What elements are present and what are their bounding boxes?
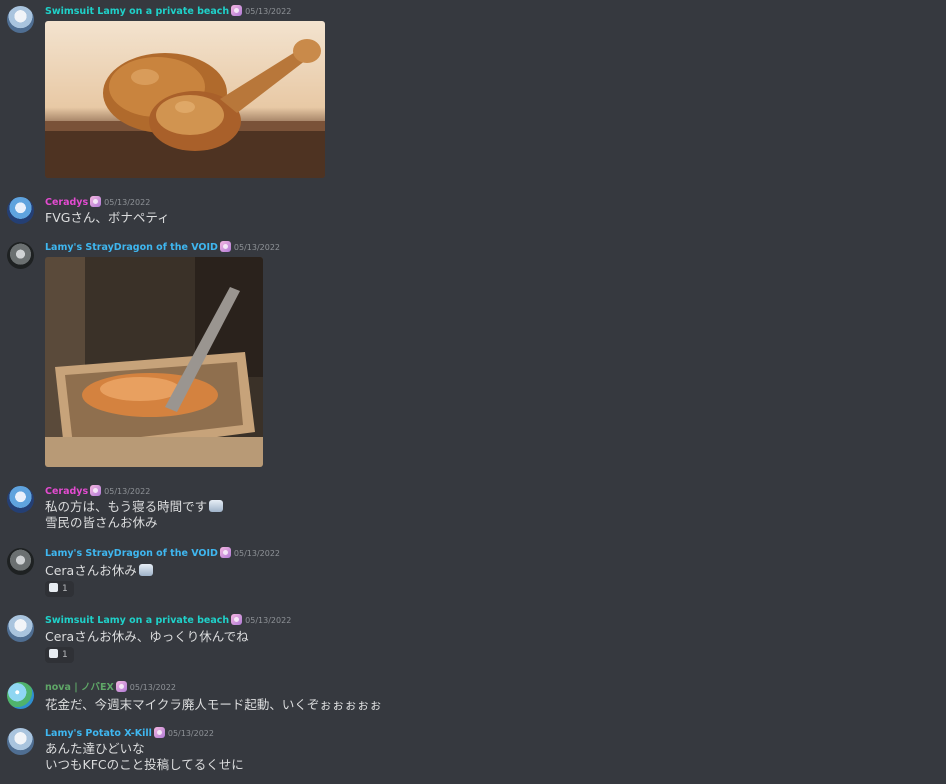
message-header: nova | ノバEX 05/13/2022 [45, 681, 176, 695]
message-text: あんた達ひどいな [45, 741, 145, 756]
role-badge-icon [231, 614, 243, 625]
author-name[interactable]: Ceradys [45, 486, 88, 497]
message-header: Ceradys 05/13/2022 [45, 485, 150, 499]
timestamp: 05/13/2022 [167, 729, 214, 738]
message-text: 私の方は、もう寝る時間です [45, 499, 224, 514]
role-badge-icon [219, 241, 231, 252]
message-text: 花金だ、今週末マイクラ廃人モード起動、いくぞぉぉぉぉぉ [45, 697, 382, 712]
message-text: FVGさん、ボナペティ [45, 210, 170, 225]
author-name[interactable]: Lamy's StrayDragon of the VOID [45, 242, 218, 253]
message-text: いつもKFCのこと投稿してるくせに [45, 757, 244, 772]
message-line: 私の方は、もう寝る時間です [45, 499, 208, 514]
timestamp: 05/13/2022 [233, 243, 280, 252]
message-header: Ceradys 05/13/2022 [45, 196, 150, 210]
sleeping-emoji-icon [138, 564, 153, 576]
timestamp: 05/13/2022 [233, 549, 280, 558]
timestamp: 05/13/2022 [104, 487, 151, 496]
reaction-button[interactable]: 1 [45, 581, 74, 597]
role-badge-icon [115, 681, 127, 692]
timestamp: 05/13/2022 [245, 616, 292, 625]
message-header: Lamy's Potato X-Kill 05/13/2022 [45, 727, 214, 741]
message-header: Lamy's StrayDragon of the VOID 05/13/2022 [45, 547, 280, 561]
timestamp: 05/13/2022 [129, 683, 176, 692]
user-avatar[interactable] [7, 242, 34, 269]
message-header: Lamy's StrayDragon of the VOID 05/13/2022 [45, 241, 280, 255]
message-text: Ceraさんお休み [45, 563, 153, 578]
role-badge-icon [219, 547, 231, 558]
snowman-emoji-icon [49, 583, 58, 592]
deep-fryer-gif[interactable] [45, 257, 263, 467]
author-name[interactable]: Ceradys [45, 197, 88, 208]
message-line: Ceraさんお休み [45, 563, 137, 578]
author-name[interactable]: Swimsuit Lamy on a private beach [45, 615, 229, 626]
sleeping-emoji-icon [209, 500, 224, 512]
role-badge-icon [153, 727, 165, 738]
user-avatar[interactable] [7, 486, 34, 513]
timestamp: 05/13/2022 [245, 7, 292, 16]
reaction-count: 1 [62, 650, 68, 660]
fried-chicken-image[interactable] [45, 21, 325, 178]
reaction-count: 1 [62, 584, 68, 594]
message-text: 雪民の皆さんお休み [45, 515, 158, 530]
role-badge-icon [231, 5, 243, 16]
user-avatar[interactable] [7, 615, 34, 642]
message-header: Swimsuit Lamy on a private beach 05/13/20… [45, 5, 291, 19]
chat-log: Swimsuit Lamy on a private beach 05/13/20… [0, 0, 946, 784]
reaction-button[interactable]: 1 [45, 647, 74, 663]
user-avatar[interactable] [7, 728, 34, 755]
user-avatar[interactable] [7, 197, 34, 224]
user-avatar[interactable] [7, 682, 34, 709]
author-name[interactable]: Swimsuit Lamy on a private beach [45, 6, 229, 17]
author-name[interactable]: Lamy's StrayDragon of the VOID [45, 548, 218, 559]
message-header: Swimsuit Lamy on a private beach 05/13/20… [45, 614, 291, 628]
role-badge-icon [90, 196, 102, 207]
timestamp: 05/13/2022 [104, 198, 151, 207]
snowman-emoji-icon [49, 649, 58, 658]
user-avatar[interactable] [7, 6, 34, 33]
user-avatar[interactable] [7, 548, 34, 575]
message-text: Ceraさんお休み、ゆっくり休んでね [45, 629, 249, 644]
author-name[interactable]: Lamy's Potato X-Kill [45, 728, 152, 739]
author-name[interactable]: nova | ノバEX [45, 682, 114, 693]
role-badge-icon [90, 485, 102, 496]
